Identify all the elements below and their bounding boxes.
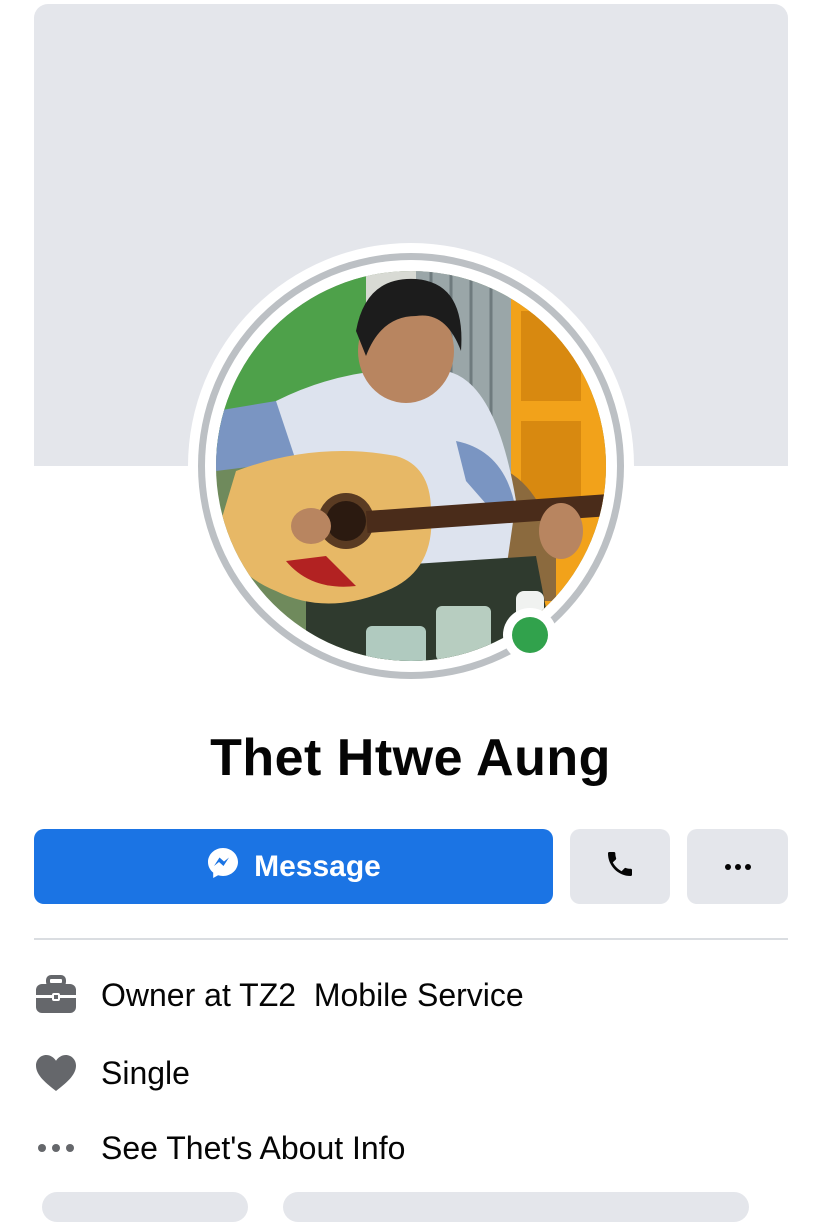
info-row-about[interactable]: See Thet's About Info	[34, 1118, 788, 1178]
about-info-link[interactable]: See Thet's About Info	[101, 1130, 405, 1167]
message-button-label: Message	[254, 849, 381, 883]
ellipsis-icon	[34, 1126, 78, 1170]
heart-icon	[34, 1051, 78, 1095]
call-button[interactable]	[570, 829, 670, 904]
profile-picture-image	[216, 271, 606, 661]
online-status-indicator	[503, 608, 557, 662]
messenger-icon	[206, 846, 240, 888]
bottom-chip[interactable]	[42, 1192, 248, 1222]
profile-picture[interactable]	[216, 271, 606, 661]
briefcase-icon	[34, 973, 78, 1017]
profile-name: Thet Htwe Aung	[210, 729, 611, 787]
info-row-relationship: Single	[34, 1043, 788, 1103]
relationship-text: Single	[101, 1054, 190, 1091]
more-icon	[723, 858, 753, 876]
message-button[interactable]: Message	[34, 829, 553, 904]
bottom-chip[interactable]	[283, 1192, 749, 1222]
phone-icon	[604, 848, 636, 885]
work-text: Owner at TZ2 Mobile Service	[101, 976, 524, 1013]
more-options-button[interactable]	[687, 829, 788, 904]
info-row-work: Owner at TZ2 Mobile Service	[34, 965, 788, 1025]
divider	[34, 938, 788, 940]
